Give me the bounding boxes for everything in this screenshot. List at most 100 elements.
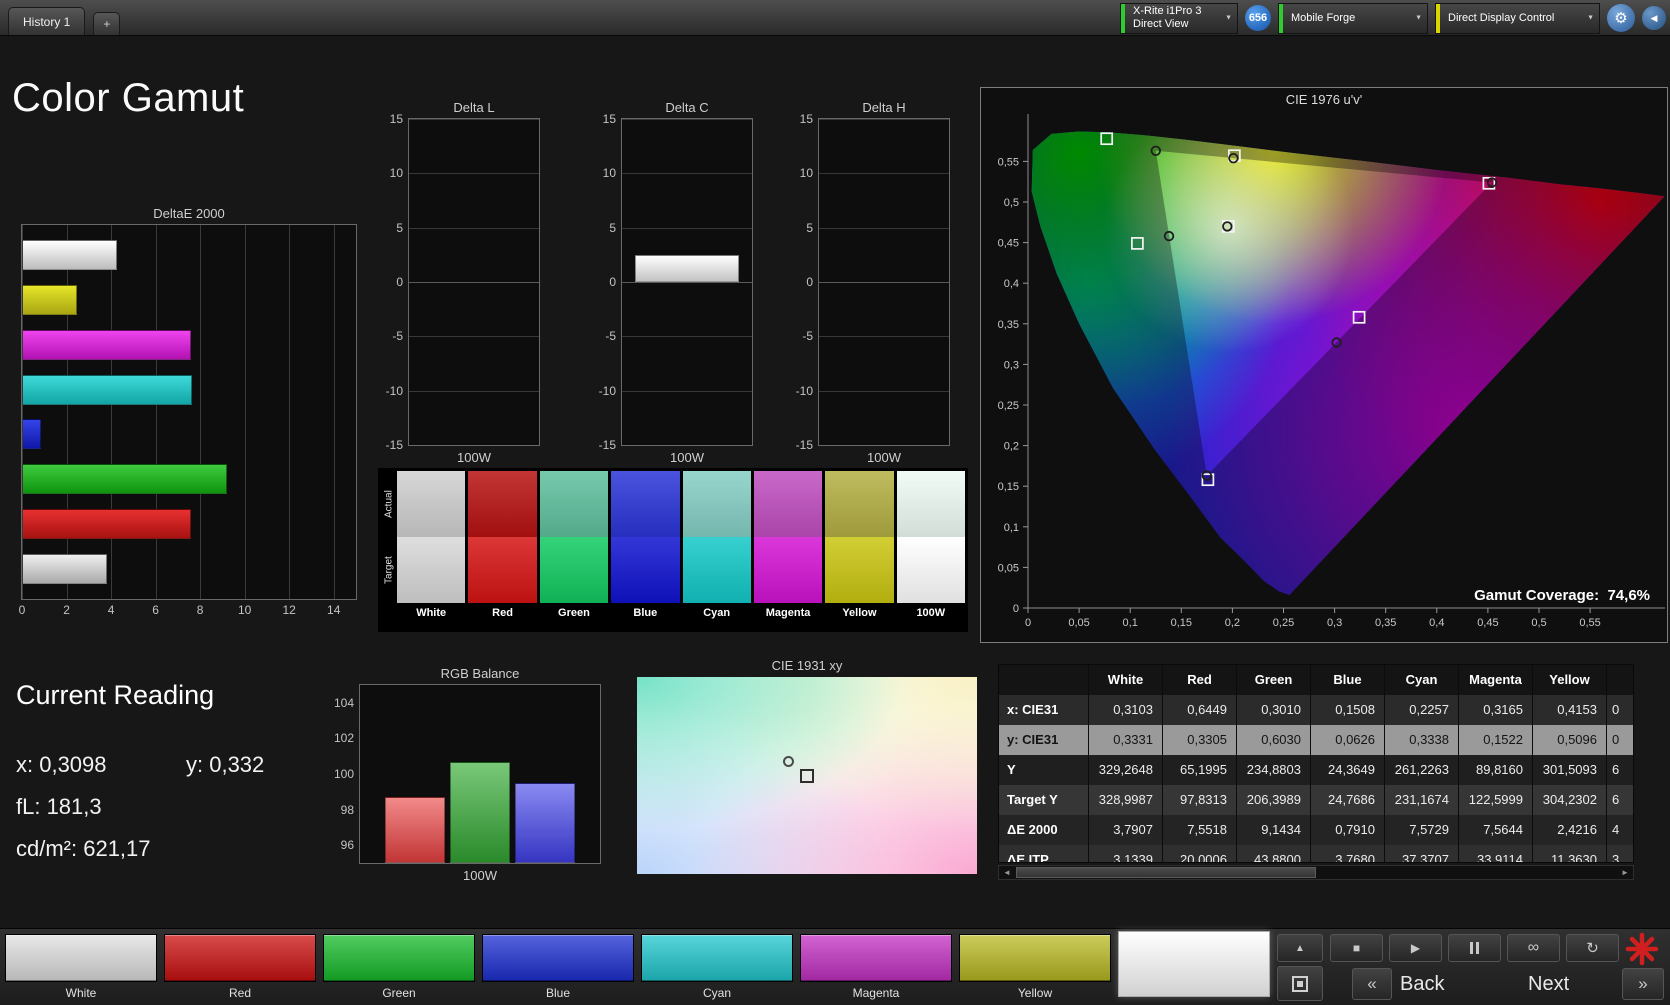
rgbbalance-bar-green bbox=[450, 761, 510, 863]
rgbbalance-title: RGB Balance bbox=[440, 666, 520, 681]
table-row-2[interactable]: y: CIE31 0,3331 0,3305 0,6030 0,0626 0,3338 0,… bbox=[999, 725, 1633, 755]
table-row-6[interactable]: ΔE ITP 3,1339 20,0006 43,8800 3,7680 37,3707 3… bbox=[999, 845, 1633, 862]
cie1976-panel: CIE 1976 u'v' 0 0 0,05 0,05 0,1 0,1 0,15 0,15 0,… bbox=[980, 87, 1668, 643]
top-bar: History 1 + X-Rite i1Pro 3 Direct View ▼… bbox=[0, 0, 1670, 36]
column-header-yellow: Yellow bbox=[1533, 665, 1607, 695]
patch-button-white[interactable]: White bbox=[5, 934, 157, 1002]
rgbbalance-x-label: 100W bbox=[463, 868, 497, 883]
delta-l-chart: Delta L 15 10 5 0 -5 -10 -15 100W bbox=[378, 100, 540, 465]
deltaL-title: Delta L bbox=[453, 100, 495, 115]
gridline bbox=[409, 119, 539, 120]
stop-button[interactable]: ■ bbox=[1330, 934, 1383, 962]
scroll-left-icon[interactable]: ◄ bbox=[999, 868, 1015, 877]
scroll-right-icon[interactable]: ► bbox=[1617, 868, 1633, 877]
actual-swatch bbox=[397, 471, 466, 537]
axis-tick-label: -10 bbox=[598, 383, 616, 398]
scrollbar-thumb[interactable] bbox=[1016, 867, 1316, 878]
axis-tick-label: 15 bbox=[799, 112, 813, 126]
deltae-bar-blue bbox=[23, 419, 41, 450]
svg-text:0: 0 bbox=[1013, 603, 1019, 615]
probe-dropdown[interactable]: X-Rite i1Pro 3 Direct View ▼ bbox=[1120, 2, 1238, 34]
patch-button-100w[interactable] bbox=[1118, 931, 1270, 1002]
delta-h-chart: Delta H 15 10 5 0 -5 -10 -15 100W bbox=[788, 100, 950, 465]
next-button[interactable]: Next bbox=[1528, 973, 1569, 996]
table-cell: 329,2648 bbox=[1089, 755, 1163, 785]
gridline bbox=[333, 225, 335, 599]
deltae-bar-magenta bbox=[23, 329, 192, 360]
patch-label: White bbox=[65, 986, 97, 1000]
svg-text:0,05: 0,05 bbox=[1068, 617, 1089, 629]
patch-button-green[interactable]: Green bbox=[323, 934, 475, 1002]
swatch-label: Cyan bbox=[703, 607, 731, 619]
new-tab-button[interactable]: + bbox=[93, 12, 121, 35]
axis-tick-label: 0 bbox=[609, 275, 616, 289]
deltaH-y-axis: 15 10 5 0 -5 -10 -15 bbox=[788, 112, 818, 452]
cie1976-diagram: 00 0,05 0,05 0,1 0,1 0,15 0,15 0,2 0,2 0,25 0,25 0,… bbox=[998, 114, 1665, 629]
white-target-marker bbox=[800, 768, 814, 783]
axis-tick-label: 5 bbox=[806, 220, 813, 235]
patch-button-cyan[interactable]: Cyan bbox=[641, 934, 793, 1002]
table-cell: 0,3338 bbox=[1385, 725, 1459, 755]
cie1976-plot: 0 0 0,05 0,05 0,1 0,1 0,15 0,15 0,2 0,2 0,25 0,25 0,… bbox=[982, 110, 1666, 638]
measurement-table: White Red Green Blue Cyan Magenta Yellow x: CIE… bbox=[998, 664, 1634, 863]
table-cell: 0,7910 bbox=[1311, 815, 1385, 845]
table-cell: 6 bbox=[1607, 785, 1633, 815]
continuous-measure-button[interactable]: ∞ bbox=[1507, 934, 1560, 962]
gear-icon: ⚙ bbox=[1614, 10, 1628, 27]
table-scrollbar[interactable]: ◄ ► bbox=[998, 865, 1634, 880]
patch-button-yellow[interactable]: Yellow bbox=[959, 934, 1111, 1002]
gridline bbox=[819, 173, 949, 175]
svg-text:0,25: 0,25 bbox=[1273, 617, 1294, 629]
patch-button-red[interactable]: Red bbox=[164, 934, 316, 1002]
table-row-3[interactable]: Y 329,2648 65,1995 234,8803 24,3649 261,2263 8… bbox=[999, 755, 1633, 785]
table-cell: 206,3989 bbox=[1237, 785, 1311, 815]
svg-text:0,45: 0,45 bbox=[1477, 617, 1498, 629]
measurement-count-badge[interactable]: 656 bbox=[1245, 5, 1271, 31]
refresh-button[interactable]: ↻ bbox=[1566, 934, 1619, 962]
patch-button-blue[interactable]: Blue bbox=[482, 934, 634, 1002]
column-header-blue: Blue bbox=[1311, 665, 1385, 695]
display-control-dropdown[interactable]: Direct Display Control ▼ bbox=[1435, 2, 1600, 34]
gridline bbox=[409, 282, 539, 283]
gridline bbox=[622, 227, 752, 229]
source-indicator bbox=[1279, 3, 1283, 33]
table-cell: 20,0006 bbox=[1163, 845, 1237, 862]
back-button[interactable]: Back bbox=[1400, 973, 1444, 996]
table-cell: 0,1508 bbox=[1311, 695, 1385, 725]
patch-bar: White Red Green Blue Cyan Magenta Yellow bbox=[5, 931, 1270, 1002]
table-row-1[interactable]: x: CIE31 0,3103 0,6449 0,3010 0,1508 0,2257 0,… bbox=[999, 695, 1633, 725]
axis-tick-label: -10 bbox=[795, 383, 813, 398]
pause-button[interactable] bbox=[1448, 934, 1501, 962]
play-button[interactable]: ▶ bbox=[1389, 934, 1442, 962]
tab-history-1[interactable]: History 1 bbox=[8, 7, 86, 35]
next-arrows-button[interactable]: » bbox=[1622, 968, 1664, 1000]
axis-tick-label: -5 bbox=[392, 329, 403, 344]
new-tab-label: + bbox=[103, 17, 111, 31]
gamut-coverage: Gamut Coverage: 74,6% bbox=[1474, 587, 1650, 604]
cie1976-title: CIE 1976 u'v' bbox=[1285, 92, 1363, 107]
swatch-label: Yellow bbox=[842, 607, 877, 619]
collapse-panel-button[interactable]: ◀ bbox=[1642, 6, 1666, 30]
target-swatch bbox=[825, 537, 894, 603]
table-cell: 97,8313 bbox=[1163, 785, 1237, 815]
target-swatch bbox=[682, 537, 751, 603]
back-arrows-button[interactable]: « bbox=[1352, 968, 1392, 1000]
tab-history-1-label: History 1 bbox=[23, 14, 71, 29]
pattern-window-button[interactable] bbox=[1277, 966, 1323, 1001]
source-dropdown[interactable]: Mobile Forge ▼ bbox=[1278, 2, 1428, 34]
table-cell: 0,3010 bbox=[1237, 695, 1311, 725]
patch-button-magenta[interactable]: Magenta bbox=[800, 934, 952, 1002]
table-cell: 122,5999 bbox=[1459, 785, 1533, 815]
svg-text:0,05: 0,05 bbox=[998, 562, 1019, 574]
axis-tick-label: -15 bbox=[385, 438, 403, 452]
table-row-4[interactable]: Target Y 328,9987 97,8313 206,3989 24,7686 23… bbox=[999, 785, 1633, 815]
svg-text:0,1: 0,1 bbox=[1004, 522, 1019, 534]
scroll-up-button[interactable]: ▲ bbox=[1277, 934, 1323, 962]
table-row-5[interactable]: ΔE 2000 3,7907 7,5518 9,1434 0,7910 7,5729 7,5… bbox=[999, 815, 1633, 845]
table-cell: 7,5644 bbox=[1459, 815, 1533, 845]
bottom-bar: White Red Green Blue Cyan Magenta Yellow ▲ ■ ▶… bbox=[0, 928, 1670, 1005]
settings-button[interactable]: ⚙ bbox=[1607, 4, 1635, 32]
reading-fl: fL: 181,3 bbox=[16, 794, 102, 819]
double-right-arrow-icon: » bbox=[1638, 974, 1648, 993]
actual-swatch bbox=[825, 471, 894, 537]
